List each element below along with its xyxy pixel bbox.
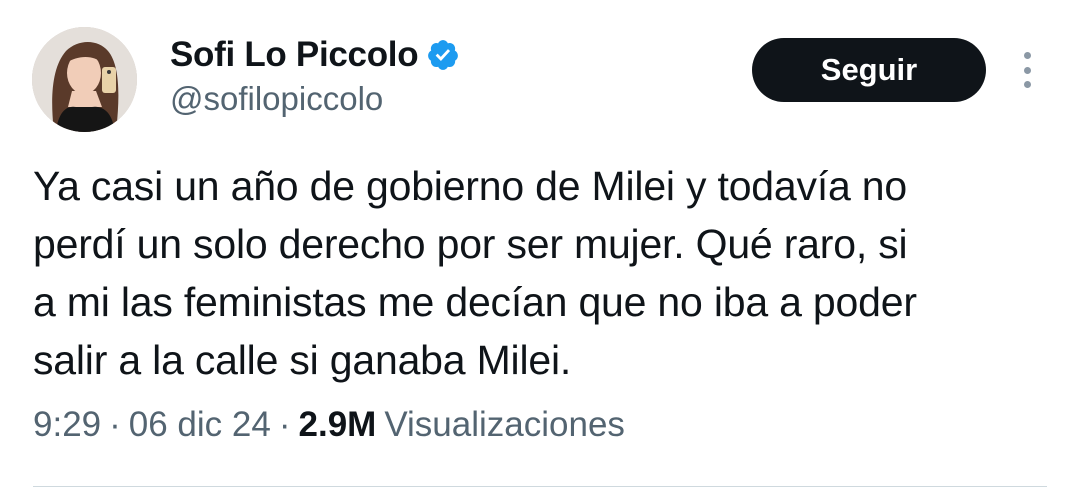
tweet-meta: 9:29 · 06 dic 24 · 2.9M Visualizaciones (33, 405, 625, 445)
views-label[interactable]: Visualizaciones (384, 405, 625, 445)
tweet-time[interactable]: 9:29 (33, 405, 101, 445)
author-handle[interactable]: @sofilopiccolo (170, 80, 383, 118)
profile-photo (32, 27, 137, 132)
more-dot (1023, 52, 1031, 59)
divider (33, 486, 1047, 487)
meta-separator: · (278, 405, 291, 444)
tweet-text: Ya casi un año de gobierno de Milei y to… (33, 163, 917, 383)
avatar[interactable] (32, 27, 137, 132)
verified-badge-icon[interactable] (426, 38, 460, 72)
author-name-row: Sofi Lo Piccolo (170, 30, 460, 80)
more-vertical-icon[interactable] (1010, 50, 1044, 90)
views-count: 2.9M (298, 405, 377, 444)
more-dot (1023, 81, 1031, 88)
meta-separator: · (109, 405, 121, 444)
follow-button[interactable]: Seguir (752, 38, 986, 102)
display-name[interactable]: Sofi Lo Piccolo (170, 35, 419, 75)
more-dot (1023, 66, 1031, 74)
tweet-date[interactable]: 06 dic 24 (129, 405, 271, 445)
